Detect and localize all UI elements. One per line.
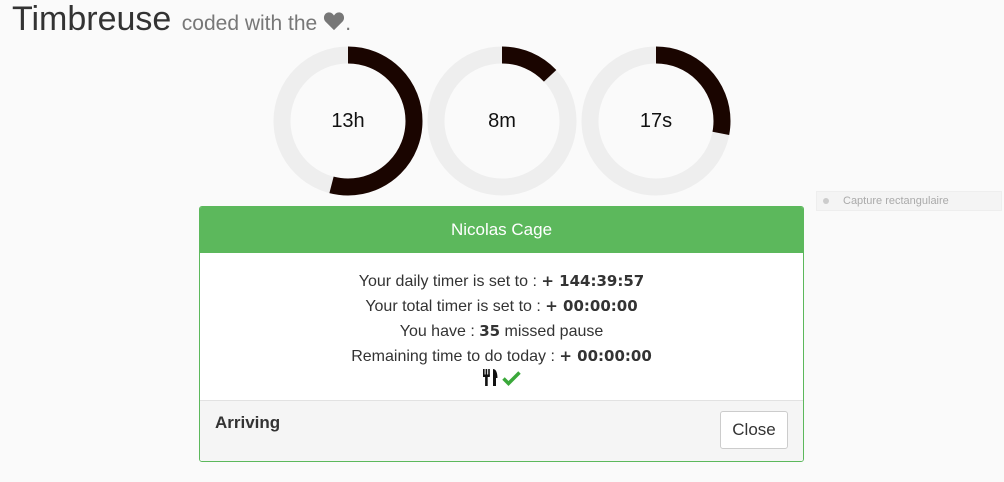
- remaining-time-value: + 00:00:00: [559, 347, 652, 365]
- capture-tooltip: Capture rectangulaire: [816, 191, 1002, 211]
- hours-timer: 13h: [272, 45, 424, 197]
- total-timer-line: Your total timer is set to : + 00:00:00: [200, 294, 803, 319]
- pause-status-icons: [200, 368, 803, 395]
- capture-label: Capture rectangulaire: [843, 195, 949, 207]
- total-timer-label: Your total timer is set to :: [365, 298, 541, 315]
- tagline-period: .: [345, 12, 352, 35]
- daily-timer-value: + 144:39:57: [541, 272, 645, 290]
- capture-icon: [823, 198, 829, 204]
- hours-label: 13h: [331, 109, 365, 132]
- missed-pause-suffix: missed pause: [504, 323, 604, 340]
- remaining-time-label: Remaining time to do today :: [351, 348, 555, 365]
- seconds-timer: 17s: [580, 45, 732, 197]
- remaining-time-line: Remaining time to do today : + 00:00:00: [200, 344, 803, 369]
- missed-pause-count: 35: [479, 322, 501, 340]
- seconds-label: 17s: [639, 109, 673, 132]
- minutes-label: 8m: [488, 109, 516, 132]
- missed-pause-prefix: You have :: [399, 323, 475, 340]
- total-timer-value: + 00:00:00: [545, 297, 638, 315]
- minutes-timer: 8m: [426, 45, 578, 197]
- app-title: Timbreuse: [12, 0, 172, 38]
- user-status-modal: Nicolas Cage Your daily timer is set to …: [199, 206, 804, 462]
- daily-timer-line: Your daily timer is set to : + 144:39:57: [200, 269, 803, 294]
- missed-pause-line: You have : 35 missed pause: [200, 319, 803, 344]
- status-text: Arriving: [215, 413, 281, 432]
- close-button[interactable]: Close: [720, 411, 788, 449]
- modal-title: Nicolas Cage: [450, 220, 553, 239]
- heart-icon: [323, 11, 345, 31]
- utensils-icon: [482, 368, 500, 395]
- tagline: coded with the: [181, 12, 318, 35]
- modal-header: Nicolas Cage: [200, 207, 803, 253]
- checkmark-icon: [502, 369, 521, 394]
- modal-body: Your daily timer is set to : + 144:39:57…: [200, 253, 803, 402]
- page-header: Timbreuse coded with the.: [12, 0, 351, 40]
- modal-footer: Arriving Close: [200, 400, 803, 461]
- daily-timer-label: Your daily timer is set to :: [358, 273, 537, 290]
